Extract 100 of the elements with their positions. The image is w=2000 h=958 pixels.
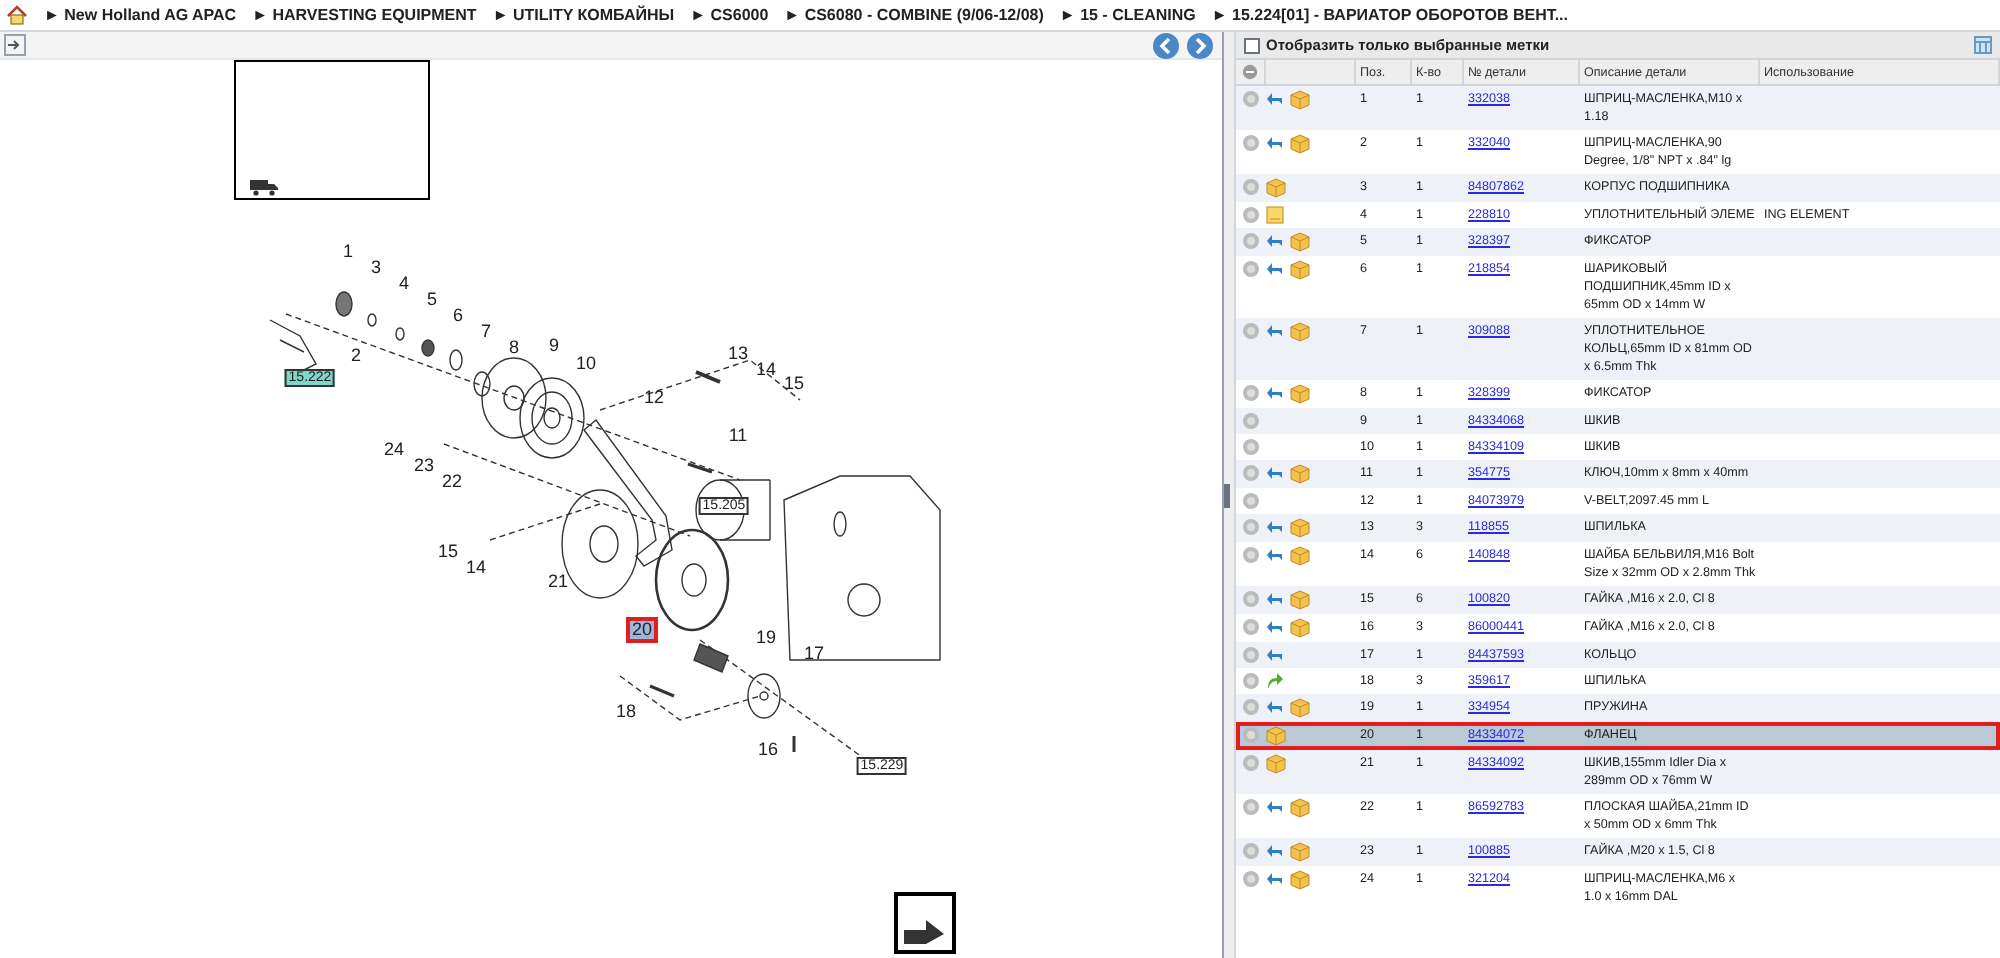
filter-checkbox[interactable] bbox=[1244, 37, 1260, 53]
callout-number[interactable]: 10 bbox=[576, 355, 596, 373]
circle-icon[interactable] bbox=[1242, 618, 1260, 636]
return-arrow-icon[interactable] bbox=[1266, 90, 1284, 106]
callout-number[interactable]: 19 bbox=[756, 629, 776, 647]
box-icon[interactable] bbox=[1290, 798, 1310, 818]
return-arrow-icon[interactable] bbox=[1266, 232, 1284, 248]
breadcrumb-link[interactable]: ► CS6000 bbox=[690, 3, 769, 27]
circle-icon[interactable] bbox=[1242, 518, 1260, 536]
back-icon[interactable] bbox=[1152, 31, 1180, 59]
return-arrow-icon[interactable] bbox=[1266, 698, 1284, 714]
breadcrumb-link[interactable]: ► 15 - CLEANING bbox=[1059, 3, 1196, 27]
callout-number[interactable]: 24 bbox=[384, 441, 404, 459]
box-icon[interactable] bbox=[1290, 590, 1310, 610]
box-icon[interactable] bbox=[1290, 464, 1310, 484]
box-icon[interactable] bbox=[1290, 322, 1310, 342]
circle-icon[interactable] bbox=[1242, 754, 1260, 772]
callout-number[interactable]: 1 bbox=[343, 243, 353, 261]
callout-number[interactable]: 14 bbox=[466, 559, 486, 577]
callout-number[interactable]: 18 bbox=[616, 703, 636, 721]
return-arrow-icon[interactable] bbox=[1266, 546, 1284, 562]
callout-number[interactable]: 9 bbox=[549, 337, 559, 355]
callout-number[interactable]: 5 bbox=[427, 291, 437, 309]
circle-icon[interactable] bbox=[1242, 178, 1260, 196]
circle-icon[interactable] bbox=[1242, 64, 1258, 80]
breadcrumb-link[interactable]: ► 15.224[01] - ВАРИАТОР ОБОРОТОВ ВЕНТ... bbox=[1211, 3, 1568, 27]
forward-icon[interactable] bbox=[1186, 31, 1214, 59]
breadcrumb-link[interactable]: ► HARVESTING EQUIPMENT bbox=[252, 3, 477, 27]
circle-icon[interactable] bbox=[1242, 726, 1260, 744]
circle-icon[interactable] bbox=[1242, 870, 1260, 888]
breadcrumb-link[interactable]: ► CS6080 - COMBINE (9/06-12/08) bbox=[784, 3, 1044, 27]
callout-number[interactable]: 16 bbox=[758, 741, 778, 759]
note-icon[interactable] bbox=[1266, 206, 1284, 224]
callout-number[interactable]: 15 bbox=[784, 375, 804, 393]
callout-number[interactable]: 17 bbox=[804, 645, 824, 663]
callout-number[interactable]: 22 bbox=[442, 473, 462, 491]
circle-icon[interactable] bbox=[1242, 672, 1260, 690]
callout-number[interactable]: 2 bbox=[351, 347, 361, 365]
box-icon[interactable] bbox=[1290, 90, 1310, 110]
circle-icon[interactable] bbox=[1242, 412, 1260, 430]
return-arrow-icon[interactable] bbox=[1266, 842, 1284, 858]
box-icon[interactable] bbox=[1290, 870, 1310, 890]
circle-icon[interactable] bbox=[1242, 384, 1260, 402]
box-icon[interactable] bbox=[1266, 754, 1286, 774]
callout-number[interactable]: 7 bbox=[481, 323, 491, 341]
box-icon[interactable] bbox=[1290, 698, 1310, 718]
callout-number[interactable]: 13 bbox=[728, 345, 748, 363]
return-arrow-icon[interactable] bbox=[1266, 590, 1284, 606]
return-arrow-icon[interactable] bbox=[1266, 464, 1284, 480]
circle-icon[interactable] bbox=[1242, 206, 1260, 224]
circle-icon[interactable] bbox=[1242, 698, 1260, 716]
circle-icon[interactable] bbox=[1242, 546, 1260, 564]
return-arrow-icon[interactable] bbox=[1266, 260, 1284, 276]
callout-number[interactable]: 6 bbox=[453, 307, 463, 325]
callout-number[interactable]: 15 bbox=[438, 543, 458, 561]
callout-number[interactable]: 11 bbox=[728, 427, 748, 445]
splitter-handle[interactable] bbox=[1224, 483, 1230, 507]
grid-icon[interactable] bbox=[1974, 36, 1992, 54]
return-arrow-icon[interactable] bbox=[1266, 618, 1284, 634]
box-icon[interactable] bbox=[1290, 546, 1310, 566]
circle-icon[interactable] bbox=[1242, 134, 1260, 152]
return-arrow-icon[interactable] bbox=[1266, 870, 1284, 886]
return-arrow-icon[interactable] bbox=[1266, 134, 1284, 150]
panel-toggle-button[interactable] bbox=[4, 34, 26, 56]
return-arrow-icon[interactable] bbox=[1266, 518, 1284, 534]
box-icon[interactable] bbox=[1290, 232, 1310, 252]
box-icon[interactable] bbox=[1290, 260, 1310, 280]
breadcrumb-link[interactable]: ► New Holland AG APAC bbox=[44, 3, 237, 27]
circle-icon[interactable] bbox=[1242, 492, 1260, 510]
box-icon[interactable] bbox=[1290, 618, 1310, 638]
box-icon[interactable] bbox=[1290, 384, 1310, 404]
callout-number[interactable]: 21 bbox=[548, 573, 568, 591]
circle-icon[interactable] bbox=[1242, 798, 1260, 816]
circle-icon[interactable] bbox=[1242, 322, 1260, 340]
arrow-icon[interactable] bbox=[1266, 672, 1284, 690]
callout-number[interactable]: 20 bbox=[626, 617, 658, 643]
box-icon[interactable] bbox=[1290, 134, 1310, 154]
callout-number[interactable]: 3 bbox=[371, 259, 381, 277]
circle-icon[interactable] bbox=[1242, 646, 1260, 664]
circle-icon[interactable] bbox=[1242, 842, 1260, 860]
circle-icon[interactable] bbox=[1242, 590, 1260, 608]
callout-number[interactable]: 23 bbox=[414, 457, 434, 475]
thumbnail-frame[interactable] bbox=[234, 60, 430, 200]
callout-number[interactable]: 4 bbox=[399, 275, 409, 293]
return-arrow-icon[interactable] bbox=[1266, 798, 1284, 814]
export-icon[interactable] bbox=[894, 892, 956, 954]
breadcrumb-link[interactable]: ► UTILITY КОМБАЙНЫ bbox=[492, 3, 675, 27]
circle-icon[interactable] bbox=[1242, 464, 1260, 482]
circle-icon[interactable] bbox=[1242, 232, 1260, 250]
box-icon[interactable] bbox=[1266, 726, 1286, 746]
circle-icon[interactable] bbox=[1242, 438, 1260, 456]
return-arrow-icon[interactable] bbox=[1266, 322, 1284, 338]
box-icon[interactable] bbox=[1266, 178, 1286, 198]
callout-number[interactable]: 8 bbox=[509, 339, 519, 357]
home-icon[interactable] bbox=[6, 4, 28, 26]
return-arrow-icon[interactable] bbox=[1266, 646, 1284, 662]
box-icon[interactable] bbox=[1290, 842, 1310, 862]
box-icon[interactable] bbox=[1290, 518, 1310, 538]
circle-icon[interactable] bbox=[1242, 90, 1260, 108]
circle-icon[interactable] bbox=[1242, 260, 1260, 278]
